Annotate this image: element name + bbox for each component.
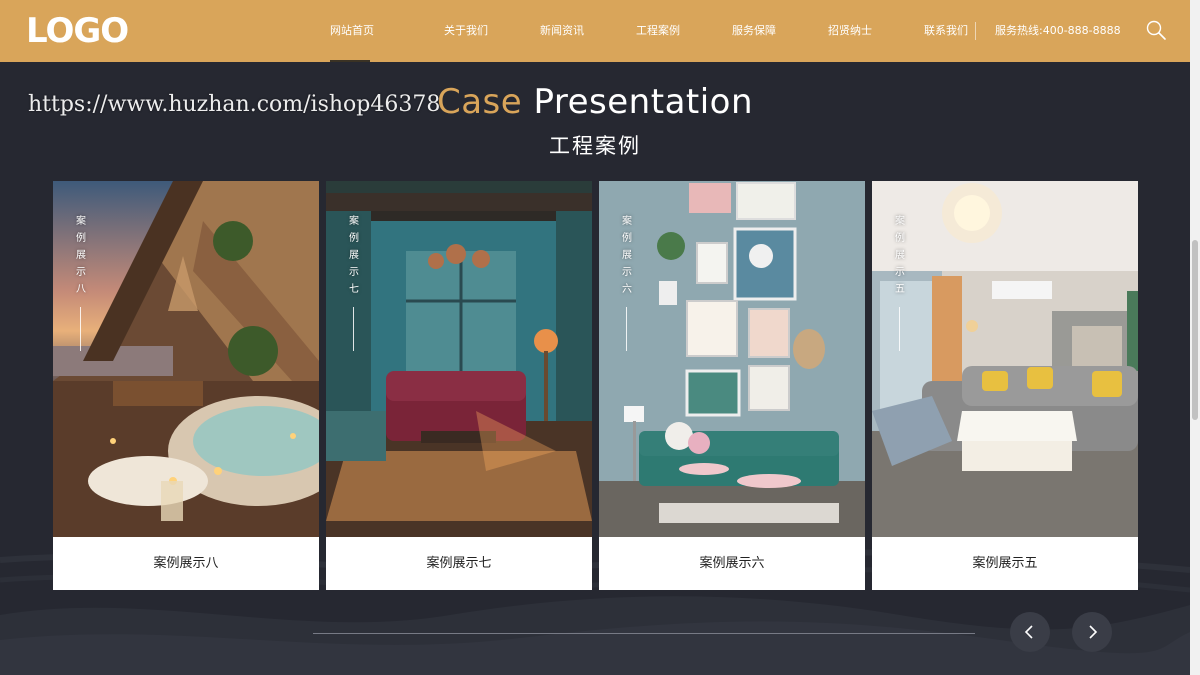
nav-item-cases[interactable]: 工程案例: [610, 0, 706, 62]
nav-item-jobs[interactable]: 招贤纳士: [802, 0, 898, 62]
watermark-url: https://www.huzhan.com/ishop46378: [28, 92, 441, 117]
title-highlight: Case: [436, 82, 523, 122]
case-card[interactable]: 案例展示八 案例展示八: [53, 181, 319, 590]
search-icon: [1146, 20, 1166, 40]
card-vertical-line: [626, 307, 627, 351]
case-card[interactable]: 案例展示七 案例展示七: [326, 181, 592, 590]
card-vertical-label: 案例展示五: [895, 216, 905, 295]
card-vertical-label: 案例展示六: [622, 216, 632, 295]
card-vertical-line: [80, 307, 81, 351]
card-vertical-label: 案例展示八: [76, 216, 86, 295]
chevron-right-icon: [1089, 625, 1098, 639]
nav-divider: [975, 22, 976, 40]
nav-item-contact[interactable]: 联系我们: [898, 0, 994, 62]
scrollbar-thumb[interactable]: [1192, 240, 1198, 420]
case-card[interactable]: 案例展示六 案例展示六: [599, 181, 865, 590]
site-header: LOGO 网站首页 关于我们 新闻资讯 工程案例 服务保障 招贤纳士 联系我们 …: [0, 0, 1190, 62]
card-caption: 案例展示八: [153, 556, 219, 571]
main-nav: 网站首页 关于我们 新闻资讯 工程案例 服务保障 招贤纳士 联系我们: [322, 0, 994, 62]
case-card[interactable]: 案例展示五 案例展示五: [872, 181, 1138, 590]
card-vertical-line: [899, 307, 900, 351]
card-caption: 案例展示五: [972, 556, 1038, 571]
page-scrollbar[interactable]: [1190, 0, 1200, 675]
case-image: [326, 181, 592, 537]
section-title-cn: 工程案例: [549, 134, 641, 158]
nav-item-about[interactable]: 关于我们: [418, 0, 514, 62]
nav-item-news[interactable]: 新闻资讯: [514, 0, 610, 62]
case-image: [53, 181, 319, 537]
carousel-prev-button[interactable]: [1010, 612, 1050, 652]
search-button[interactable]: [1145, 19, 1167, 41]
case-image: [599, 181, 865, 537]
nav-item-service[interactable]: 服务保障: [706, 0, 802, 62]
card-caption: 案例展示六: [699, 556, 765, 571]
site-logo[interactable]: LOGO: [26, 11, 129, 51]
carousel-next-button[interactable]: [1072, 612, 1112, 652]
card-vertical-line: [353, 307, 354, 351]
nav-item-home[interactable]: 网站首页: [322, 0, 378, 62]
service-hotline: 服务热线:400-888-8888: [995, 24, 1121, 37]
card-caption: 案例展示七: [426, 556, 492, 571]
title-rest: Presentation: [533, 82, 754, 122]
case-image: [872, 181, 1138, 537]
card-vertical-label: 案例展示七: [349, 216, 359, 295]
carousel-progress-line: [313, 633, 975, 634]
chevron-left-icon: [1024, 625, 1033, 639]
